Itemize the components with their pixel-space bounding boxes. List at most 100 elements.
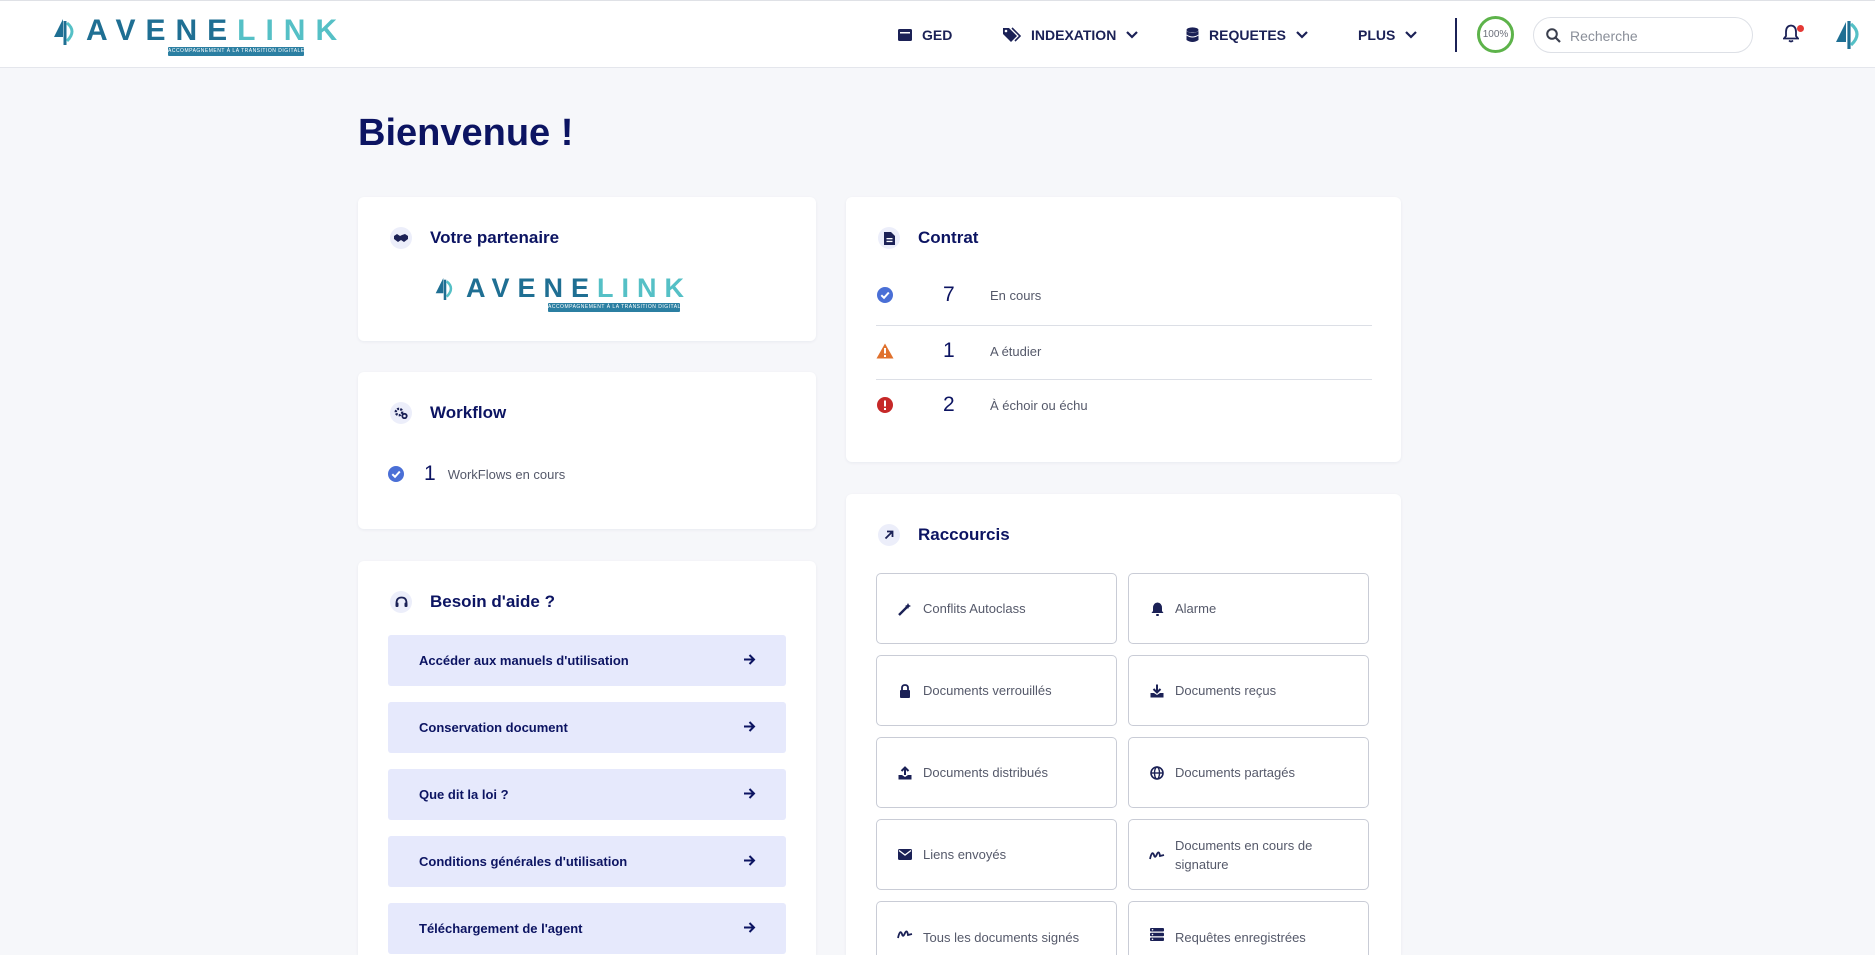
workflow-card-title: Workflow xyxy=(430,403,507,422)
workflow-label: WorkFlows en cours xyxy=(447,466,566,482)
shortcut-label: Documents verrouillés xyxy=(923,683,1052,698)
shortcut-label: Documents reçus xyxy=(1175,683,1277,698)
shortcut-documents-being-signed[interactable]: Documents en cours de signature xyxy=(1128,819,1369,890)
download-icon xyxy=(1150,684,1164,697)
handshake-icon xyxy=(390,227,412,249)
magic-wand-icon xyxy=(898,602,911,616)
help-link-user-manuals[interactable]: Accéder aux manuels d'utilisation xyxy=(388,635,786,686)
nav-indexation[interactable]: INDEXATION xyxy=(1003,1,1139,69)
shortcut-autoclass-conflicts[interactable]: Conflits Autoclass xyxy=(876,573,1117,644)
app-logo[interactable]: AVENELINK ACCOMPAGNEMENT À LA TRANSITION… xyxy=(52,11,337,59)
shortcut-saved-queries[interactable]: Requêtes enregistrées xyxy=(1128,901,1369,955)
workflow-count: 1 xyxy=(424,462,436,485)
contract-row-in-progress[interactable]: 7 En cours xyxy=(876,268,1372,322)
page-title: Bienvenue ! xyxy=(358,112,574,154)
shortcuts-card: Raccourcis Conflits Autoclass Alarme Doc… xyxy=(846,494,1401,955)
help-link-label: Accéder aux manuels d'utilisation xyxy=(419,653,629,668)
warning-triangle-icon xyxy=(876,343,894,359)
shortcut-label: Documents partagés xyxy=(1175,765,1295,780)
nav-requetes-label: REQUETES xyxy=(1209,27,1287,43)
check-circle-icon xyxy=(877,287,893,303)
contract-row-expiring[interactable]: 2 À échoir ou échu xyxy=(876,378,1372,432)
nav-indexation-label: INDEXATION xyxy=(1031,27,1117,43)
search-input[interactable] xyxy=(1570,26,1740,46)
tags-icon xyxy=(1003,27,1021,42)
partner-card-header: Votre partenaire xyxy=(390,227,559,249)
lock-icon xyxy=(900,683,910,698)
contract-document-icon xyxy=(878,227,900,249)
chevron-down-icon xyxy=(1405,31,1418,39)
shortcut-received-documents[interactable]: Documents reçus xyxy=(1128,655,1369,726)
help-card-header: Besoin d'aide ? xyxy=(390,591,555,613)
nav-ged-label: GED xyxy=(922,27,953,43)
shortcut-sent-links[interactable]: Liens envoyés xyxy=(876,819,1117,890)
contract-card-title: Contrat xyxy=(918,228,979,247)
search-box[interactable] xyxy=(1533,17,1753,53)
shortcut-locked-documents[interactable]: Documents verrouillés xyxy=(876,655,1117,726)
shortcut-label: Liens envoyés xyxy=(923,847,1007,862)
workflow-count-row[interactable]: 1 WorkFlows en cours xyxy=(388,462,565,486)
contract-card-header: Contrat xyxy=(878,227,978,249)
user-avatar-icon[interactable] xyxy=(1833,18,1865,52)
help-link-label: Conservation document xyxy=(419,720,568,735)
help-link-agent-download[interactable]: Téléchargement de l'agent xyxy=(388,903,786,954)
workflow-card: Workflow 1 WorkFlows en cours xyxy=(358,372,816,529)
nav-requetes[interactable]: REQUETES xyxy=(1186,1,1308,69)
contract-label: A étudier xyxy=(990,343,1042,359)
arrow-right-icon xyxy=(744,721,756,732)
contract-count: 7 xyxy=(943,283,955,306)
help-link-document-retention[interactable]: Conservation document xyxy=(388,702,786,753)
shortcut-label: Documents en cours de signature xyxy=(1175,837,1313,872)
help-link-label: Téléchargement de l'agent xyxy=(419,921,583,936)
help-card: Besoin d'aide ? Accéder aux manuels d'ut… xyxy=(358,561,816,955)
arrow-right-icon xyxy=(744,788,756,799)
shortcut-label: Tous les documents signés xyxy=(923,930,1080,945)
help-link-label: Que dit la loi ? xyxy=(419,787,509,802)
shortcuts-card-title: Raccourcis xyxy=(918,525,1010,544)
contract-row-to-review[interactable]: 1 A étudier xyxy=(876,324,1372,378)
partner-logo: AVENELINK ACCOMPAGNEMENT À LA TRANSITION… xyxy=(434,273,694,317)
partner-card-title: Votre partenaire xyxy=(430,228,560,247)
shortcut-distributed-documents[interactable]: Documents distribués xyxy=(876,737,1117,808)
globe-icon xyxy=(1150,765,1164,780)
partner-logo-wordmark: AVENELINK xyxy=(466,273,693,303)
contract-label: À échoir ou échu xyxy=(990,397,1088,413)
shortcut-label: Requêtes enregistrées xyxy=(1175,930,1306,945)
arrow-right-icon xyxy=(744,855,756,866)
chevron-down-icon xyxy=(1296,31,1308,39)
headset-icon xyxy=(390,591,412,613)
gears-icon xyxy=(390,402,412,424)
partner-logo-tagline: ACCOMPAGNEMENT À LA TRANSITION DIGITALE xyxy=(548,303,680,312)
nav-ged[interactable]: GED xyxy=(898,1,952,69)
contract-count: 2 xyxy=(943,393,955,416)
arrow-right-icon xyxy=(744,922,756,933)
error-circle-icon xyxy=(877,397,893,413)
logo-tagline: ACCOMPAGNEMENT À LA TRANSITION DIGITALE xyxy=(168,47,304,56)
help-link-law[interactable]: Que dit la loi ? xyxy=(388,769,786,820)
shortcuts-card-header: Raccourcis xyxy=(878,524,1010,546)
top-bar: AVENELINK ACCOMPAGNEMENT À LA TRANSITION… xyxy=(0,0,1875,68)
contract-card: Contrat 7 En cours 1 A étudier 2 À échoi… xyxy=(846,197,1401,462)
search-icon xyxy=(1546,28,1561,43)
signature-icon xyxy=(1149,851,1165,859)
chevron-down-icon xyxy=(1126,31,1139,39)
contract-label: En cours xyxy=(990,287,1042,303)
storage-progress-indicator[interactable]: 100% xyxy=(1477,16,1514,53)
arrow-right-icon xyxy=(744,654,756,665)
logo-wordmark: AVENELINK xyxy=(86,14,348,47)
help-card-title: Besoin d'aide ? xyxy=(430,592,555,611)
check-circle-icon xyxy=(388,466,404,482)
shortcut-label: Conflits Autoclass xyxy=(923,601,1026,616)
workflow-card-header: Workflow xyxy=(390,402,506,424)
shortcut-shared-documents[interactable]: Documents partagés xyxy=(1128,737,1369,808)
shortcut-label: Documents distribués xyxy=(923,765,1048,780)
upload-icon xyxy=(898,765,912,779)
nav-plus[interactable]: PLUS xyxy=(1358,1,1418,69)
folder-icon xyxy=(898,29,912,41)
shortcut-all-signed-documents[interactable]: Tous les documents signés xyxy=(876,901,1117,955)
shortcut-alarm[interactable]: Alarme xyxy=(1128,573,1369,644)
help-link-label: Conditions générales d'utilisation xyxy=(419,854,628,869)
signature-icon xyxy=(897,930,913,939)
help-link-terms-of-use[interactable]: Conditions générales d'utilisation xyxy=(388,836,786,887)
database-icon xyxy=(1186,27,1199,42)
